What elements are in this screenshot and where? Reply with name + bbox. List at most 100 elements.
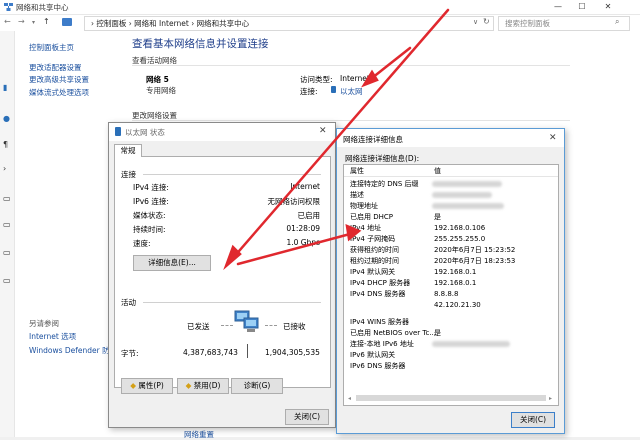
redacted-value	[432, 181, 502, 187]
table-row[interactable]: IPv4 地址 192.168.0.106	[344, 224, 558, 233]
sidebar-item-adapter-settings[interactable]: 更改适配器设置	[29, 62, 82, 73]
navigation-pane-strip: ▮ ● ¶ › ▭ ▭ ▭ ▭	[0, 31, 15, 437]
minimize-button[interactable]: —	[546, 0, 570, 14]
column-header-value[interactable]: 值	[434, 167, 441, 176]
details-list[interactable]: 属性 值 连接特定的 DNS 后缀 描述 物理地址 已启用 DHCP 是 IPv4…	[343, 164, 559, 406]
drive-icon[interactable]: ▭	[3, 277, 11, 285]
table-row[interactable]: IPv6 默认网关	[344, 351, 558, 360]
property-cell: 连接特定的 DNS 后缀	[350, 180, 419, 188]
status-value: 已启用	[297, 211, 321, 220]
access-type-label: 访问类型:	[300, 75, 333, 84]
activity-line	[265, 325, 277, 326]
table-row[interactable]: 已启用 NetBIOS over Tc... 是	[344, 329, 558, 338]
property-cell: IPv6 DNS 服务器	[350, 362, 406, 370]
table-row[interactable]: 物理地址	[344, 202, 558, 211]
divider	[143, 174, 321, 175]
search-icon: ⌕	[615, 17, 620, 26]
diagnose-button[interactable]: 诊断(G)	[231, 378, 283, 394]
shield-icon: ◆	[185, 381, 192, 390]
details-group-label: 网络连接详细信息(D):	[345, 154, 420, 163]
properties-button[interactable]: ◆ 属性(P)	[121, 378, 173, 394]
property-cell: IPv4 地址	[350, 224, 382, 232]
received-label: 已接收	[283, 322, 306, 331]
ethernet-icon	[331, 86, 336, 93]
up-arrow-icon[interactable]: ↑	[43, 17, 50, 26]
tab-general[interactable]: 常规	[114, 144, 142, 157]
close-icon[interactable]: ✕	[549, 133, 557, 143]
redacted-value	[432, 192, 492, 198]
table-row[interactable]: 已启用 DHCP 是	[344, 213, 558, 222]
breadcrumb-network-internet[interactable]: 网络和 Internet	[134, 19, 189, 28]
value-cell: 42.120.21.30	[434, 301, 481, 309]
scroll-right-icon[interactable]: ▸	[549, 395, 552, 402]
back-arrow-icon[interactable]: ←	[4, 17, 11, 26]
sidebar-item-control-panel-home[interactable]: 控制面板主页	[29, 42, 74, 53]
properties-button-label: 属性(P)	[138, 381, 164, 390]
chevron-icon[interactable]: ›	[3, 165, 11, 173]
property-cell: IPv4 DNS 服务器	[350, 290, 406, 298]
search-input[interactable]: 搜索控制面板 ⌕	[498, 16, 630, 31]
table-row[interactable]: 获得租约的时间 2020年6月7日 15:23:52	[344, 246, 558, 255]
network-icon[interactable]: ▮	[3, 84, 11, 92]
table-row[interactable]: IPv6 DNS 服务器	[344, 362, 558, 371]
close-icon[interactable]: ✕	[319, 126, 327, 136]
sidebar-item-advanced-sharing[interactable]: 更改高级共享设置	[29, 74, 89, 85]
table-row[interactable]: 描述	[344, 191, 558, 200]
property-cell: 描述	[350, 191, 364, 199]
dialog-title: 网络连接详细信息	[343, 135, 403, 144]
page-title: 查看基本网络信息并设置连接	[132, 38, 269, 50]
details-button[interactable]: 详细信息(E)...	[133, 255, 211, 271]
activity-line	[221, 325, 233, 326]
sidebar-item-media-streaming[interactable]: 媒体流式处理选项	[29, 87, 89, 98]
table-row[interactable]: IPv4 DHCP 服务器 192.168.0.1	[344, 279, 558, 288]
table-row[interactable]: IPv4 DNS 服务器 8.8.8.8	[344, 290, 558, 299]
breadcrumb: › 控制面板 › 网络和 Internet › 网络和共享中心	[91, 18, 249, 29]
property-cell: 获得租约的时间	[350, 246, 399, 254]
status-close-button[interactable]: 关闭(C)	[285, 409, 329, 425]
table-row[interactable]: IPv4 子网掩码 255.255.255.0	[344, 235, 558, 244]
value-cell: 255.255.255.0	[434, 235, 486, 243]
see-also-header: 另请参阅	[29, 319, 59, 328]
drive-icon[interactable]: ▭	[3, 249, 11, 257]
ethernet-icon	[115, 127, 121, 136]
access-type-value: Internet	[340, 74, 370, 83]
refresh-icon[interactable]: ↻	[483, 17, 490, 26]
value-cell: 192.168.0.106	[434, 224, 486, 232]
divider	[247, 344, 248, 358]
breadcrumb-control-panel[interactable]: 控制面板	[96, 19, 126, 28]
cloud-icon[interactable]: ●	[3, 115, 11, 123]
table-row[interactable]: 连接-本地 IPv6 地址	[344, 340, 558, 349]
connection-group-label: 连接	[121, 170, 136, 179]
close-button[interactable]: ✕	[596, 0, 620, 14]
details-close-button[interactable]: 关闭(C)	[511, 412, 555, 428]
scroll-left-icon[interactable]: ◂	[348, 395, 351, 402]
table-row[interactable]: 租约过期的时间 2020年6月7日 18:23:53	[344, 257, 558, 266]
property-cell: 连接-本地 IPv6 地址	[350, 340, 414, 348]
table-row[interactable]: 连接特定的 DNS 后缀	[344, 180, 558, 189]
recent-dropdown-icon[interactable]: ▾	[32, 19, 35, 26]
table-row[interactable]: IPv4 WINS 服务器	[344, 318, 558, 327]
status-value: 无网络访问权限	[267, 197, 321, 206]
pin-icon[interactable]: ¶	[3, 141, 11, 149]
network-reset-link[interactable]: 网络重置	[184, 429, 214, 440]
status-value: 1.0 Gbps	[286, 238, 320, 247]
maximize-button[interactable]: ☐	[570, 0, 594, 14]
drive-icon[interactable]: ▭	[3, 221, 11, 229]
column-header-property[interactable]: 属性	[350, 167, 364, 176]
table-row[interactable]: IPv4 默认网关 192.168.0.1	[344, 268, 558, 277]
disable-button[interactable]: ◆ 禁用(D)	[177, 378, 229, 394]
divider	[143, 302, 321, 303]
table-row[interactable]: 42.120.21.30	[344, 301, 558, 310]
property-cell: 已启用 NetBIOS over Tc...	[350, 329, 437, 337]
address-dropdown-icon[interactable]: ∨	[473, 18, 478, 26]
breadcrumb-network-center[interactable]: 网络和共享中心	[197, 19, 250, 28]
dialog-title: 以太网 状态	[125, 128, 165, 137]
see-also-internet-options[interactable]: Internet 选项	[29, 331, 76, 342]
ethernet-link[interactable]: 以太网	[340, 86, 363, 97]
drive-icon[interactable]: ▭	[3, 195, 11, 203]
forward-arrow-icon[interactable]: →	[18, 17, 25, 26]
address-path-box[interactable]: › 控制面板 › 网络和 Internet › 网络和共享中心 ∨ ↻	[84, 16, 494, 31]
network-type: 专用网络	[146, 86, 176, 95]
property-cell: IPv4 WINS 服务器	[350, 318, 409, 326]
horizontal-scrollbar[interactable]	[356, 395, 546, 401]
